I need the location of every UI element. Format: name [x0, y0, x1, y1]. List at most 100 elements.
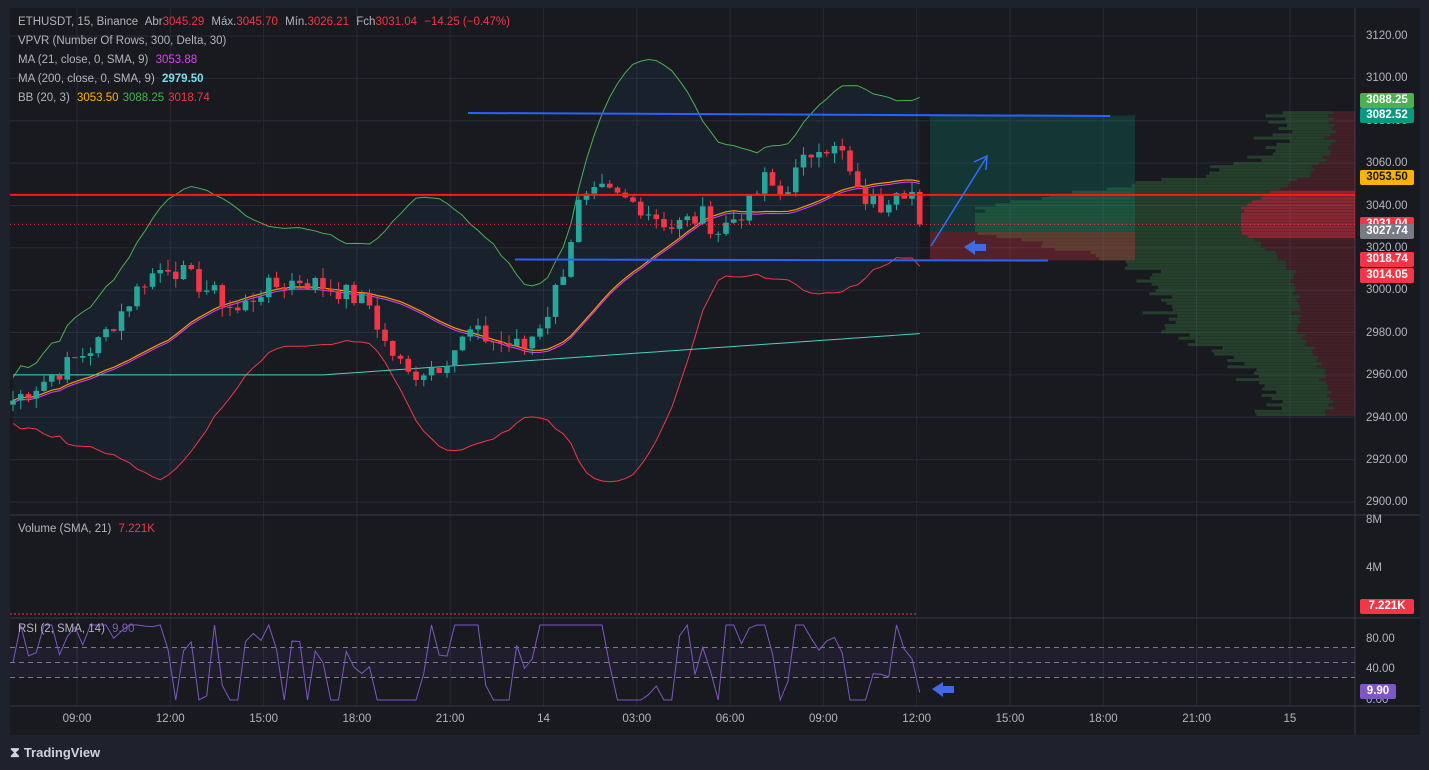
vpvr-bar-down [1296, 330, 1355, 334]
brand-label: TradingView [23, 745, 101, 760]
bb-legend[interactable]: BB (20, 3) 3053.50 3088.25 3018.74 [18, 92, 214, 104]
price-tag: 3027.74 [1360, 224, 1414, 240]
vpvr-bar-up [1227, 358, 1317, 362]
close-label: Fch [356, 16, 376, 28]
chart-window: ETHUSDT, 15, Binance Abr3045.29 Máx.3045… [0, 0, 1429, 770]
rsi-label: RSI (2, SMA, 14) [18, 623, 105, 635]
vpvr-bar-down [1334, 123, 1355, 127]
vpvr-bar-down [1264, 247, 1355, 251]
candle-body [126, 306, 133, 312]
vpvr-bar-down [1327, 387, 1355, 391]
time-tick: 09:00 [809, 713, 838, 725]
time-tick: 15:00 [249, 713, 278, 725]
candle-body [358, 293, 365, 304]
price-tag: 3082.52 [1360, 108, 1414, 124]
vpvr-bar-down [1331, 142, 1355, 146]
vpvr-bar-up [1150, 276, 1294, 280]
candle-body [451, 350, 458, 366]
candle-body [289, 280, 295, 290]
candle-body [668, 227, 675, 229]
candle-body [676, 220, 683, 229]
vpvr-bar-up [1210, 165, 1312, 169]
candle-body [134, 286, 140, 307]
vpvr-bar-down [1270, 190, 1355, 194]
price-tick: 2900.00 [1366, 496, 1408, 509]
open-value: 3045.29 [162, 16, 205, 28]
volume-legend[interactable]: Volume (SMA, 21) 7.221K [18, 523, 159, 535]
rsi-legend[interactable]: RSI (2, SMA, 14) 9.90 [18, 623, 139, 635]
vpvr-bar-up [1151, 282, 1295, 286]
time-tick: 21:00 [435, 713, 465, 725]
vpvr-bar-up [1233, 162, 1319, 166]
candle-body [180, 264, 187, 280]
candle-body [10, 400, 16, 405]
chart-canvas[interactable] [0, 0, 1429, 770]
candle-body [17, 394, 24, 401]
vpvr-bar-down [1289, 181, 1355, 185]
vpvr-bar-down [1294, 282, 1355, 286]
vpvr-bar-down [1306, 339, 1355, 343]
candle-body [196, 269, 202, 292]
price-tag: 3018.74 [1360, 252, 1414, 267]
vpvr-bar-up [1287, 123, 1335, 127]
vpvr-bar-down [1315, 346, 1355, 350]
candle-body [661, 219, 667, 228]
vpvr-bar-down [1295, 289, 1355, 293]
vpvr-bar-down [1325, 368, 1355, 372]
vpvr-legend[interactable]: VPVR (Number Of Rows, 300, Delta, 30) [18, 35, 230, 47]
vpvr-bar-up [1265, 114, 1329, 118]
candle-body [366, 293, 373, 306]
candle-body [521, 338, 528, 349]
volume-tag: 7.221K [1360, 599, 1414, 614]
vpvr-bar-down [1314, 168, 1355, 172]
vpvr-bar-up [1171, 304, 1301, 308]
vpvr-bar-down [1285, 266, 1355, 270]
time-tick: 06:00 [715, 713, 745, 725]
vpvr-bar-down [1305, 333, 1355, 337]
candle-body [498, 341, 505, 344]
arrow-left-icon [932, 682, 954, 697]
ma200-legend[interactable]: MA (200, close, 0, SMA, 9) 2979.50 [18, 73, 208, 85]
vpvr-bar-up [1178, 336, 1303, 340]
time-tick: 15:00 [995, 713, 1025, 725]
ma200-label: MA (200, close, 0, SMA, 9) [18, 73, 155, 85]
candle-body [397, 355, 404, 359]
vpvr-bar-up [1165, 327, 1299, 331]
ma21-legend[interactable]: MA (21, close, 0, SMA, 9) 3053.88 [18, 54, 201, 66]
vpvr-bar-down [1261, 196, 1355, 200]
vpvr-bar-up [1161, 177, 1297, 181]
vpvr-bar-down [1294, 273, 1355, 277]
candle-body [645, 214, 652, 216]
bb-upper-value: 3088.25 [122, 92, 165, 104]
open-label: Abr [144, 16, 163, 28]
vpvr-bar-up [1160, 270, 1297, 274]
vpvr-bar-down [1293, 276, 1355, 280]
candle-body [715, 233, 722, 235]
candle-body [420, 375, 427, 380]
candle-body [219, 285, 226, 307]
candle-body [335, 291, 342, 300]
candle-body [653, 214, 660, 220]
candle-body [537, 328, 543, 337]
vpvr-bar-down [1300, 295, 1355, 299]
vpvr-bar-up [1194, 339, 1307, 343]
vpvr-bar-up [1177, 314, 1302, 318]
candle-body [25, 394, 32, 399]
rsi-tick: 80.00 [1366, 633, 1395, 645]
tradingview-logo[interactable]: ⧗ TradingView [10, 744, 100, 761]
vpvr-bar-down [1328, 146, 1355, 150]
price-tick: 3120.00 [1366, 30, 1408, 42]
vpvr-bar-up [1259, 381, 1327, 385]
vpvr-bar-down [1241, 206, 1355, 210]
vpvr-bar-up [1187, 343, 1305, 347]
symbol-legend[interactable]: ETHUSDT, 15, Binance Abr3045.29 Máx.3045… [18, 16, 514, 28]
vpvr-bar-up [1253, 371, 1325, 375]
vpvr-bar-up [1285, 117, 1335, 121]
change-value: −14.25 (−0.47%) [424, 16, 510, 28]
time-tick: 15 [1283, 713, 1297, 725]
vpvr-bar-down [1318, 162, 1355, 166]
candle-body [312, 278, 319, 290]
vpvr-bar-down [1296, 177, 1355, 181]
vpvr-bar-down [1241, 219, 1355, 223]
vpvr-bar-up [1219, 168, 1315, 172]
